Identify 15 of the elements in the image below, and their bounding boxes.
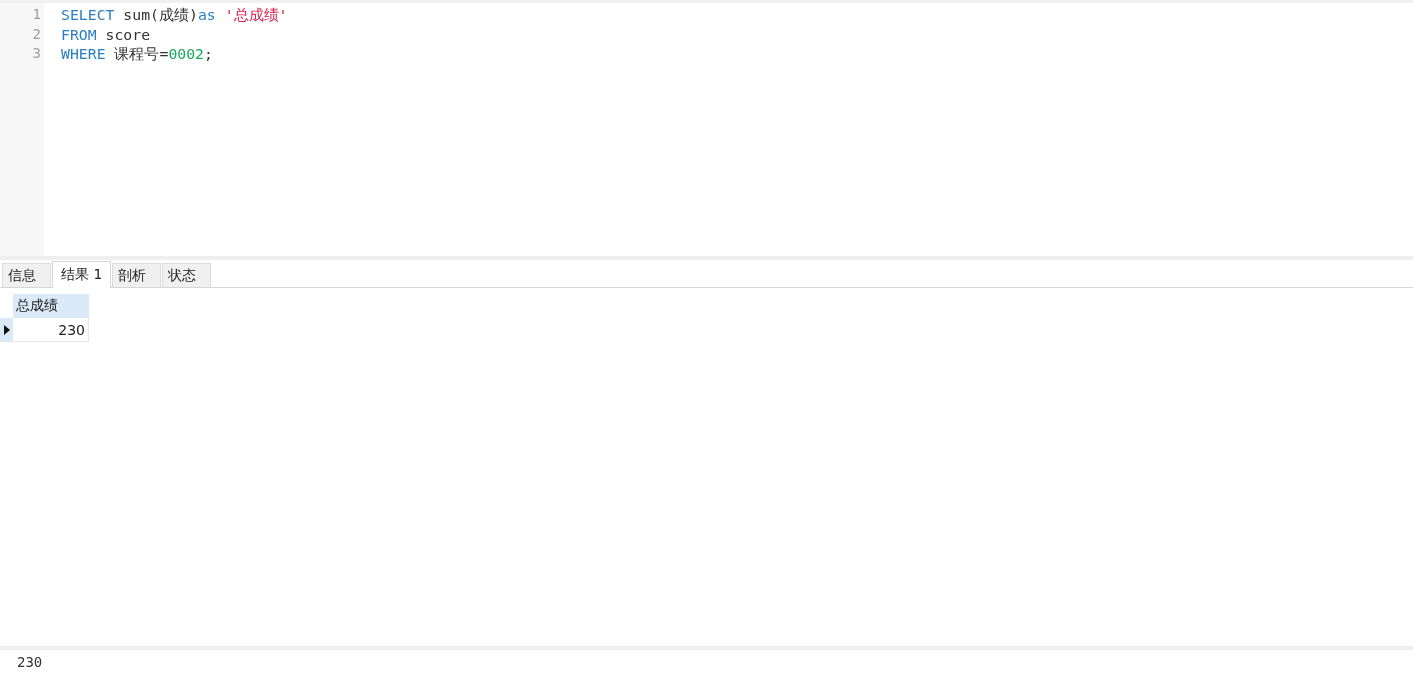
result-tab[interactable]: 信息 <box>2 263 51 287</box>
line-number: 3 <box>32 44 42 63</box>
table-cell: 230 <box>13 318 89 342</box>
result-tab[interactable]: 结果 1 <box>52 261 112 288</box>
current-row-triangle-icon <box>3 324 10 335</box>
row-indicator[interactable] <box>0 318 13 342</box>
column-header[interactable]: 总成绩 <box>13 294 89 318</box>
code-line: FROM score <box>61 24 151 44</box>
code-line: WHERE 课程号=0002; <box>61 44 213 64</box>
result-tab[interactable]: 状态 <box>162 263 212 287</box>
status-text: 230 <box>17 654 43 670</box>
result-tab[interactable]: 剖析 <box>112 263 162 287</box>
line-number: 2 <box>32 24 42 44</box>
code-line: SELECT sum(成绩)as '总成绩' <box>61 5 288 25</box>
line-number: 1 <box>32 5 42 24</box>
